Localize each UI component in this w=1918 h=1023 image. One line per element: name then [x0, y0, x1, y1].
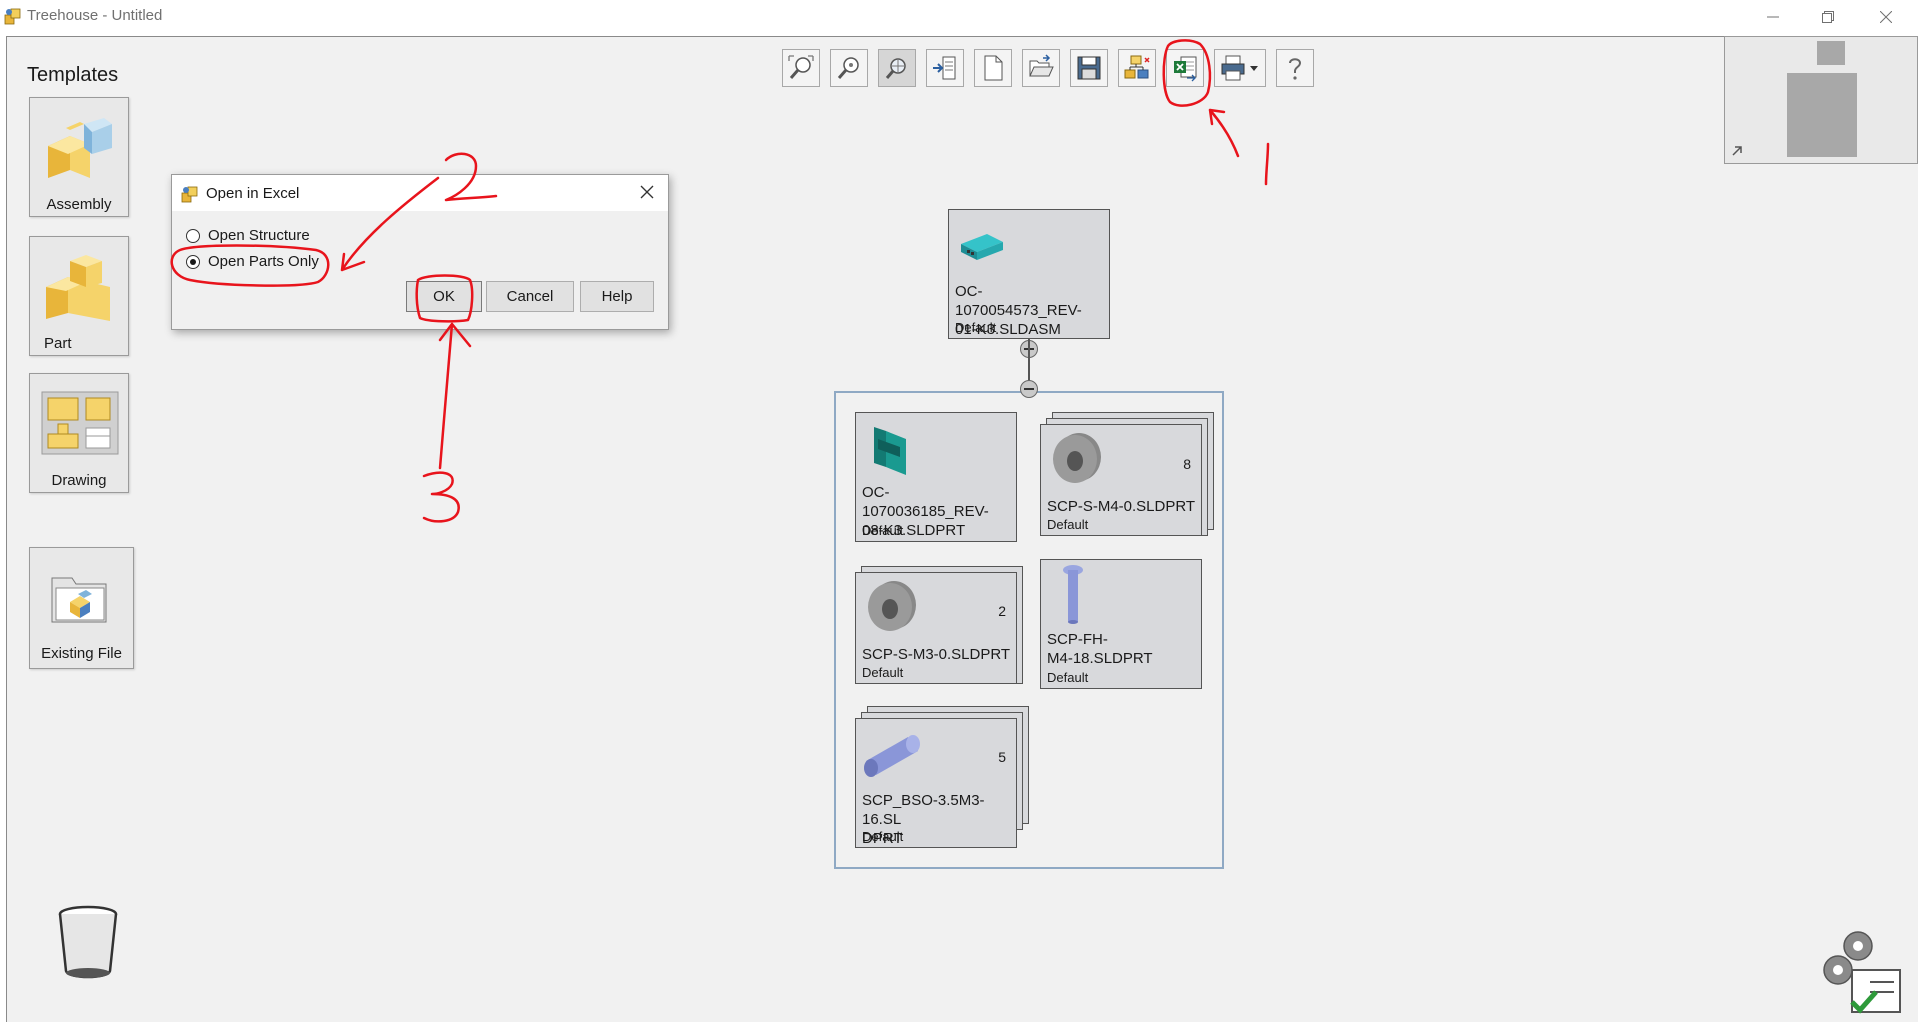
window-title: Treehouse - Untitled — [27, 7, 163, 24]
zoom-selection-icon — [885, 58, 906, 79]
node-name: SCP-FH- M4-18.SLDPRT — [1047, 631, 1153, 667]
save-icon — [1077, 56, 1101, 80]
washer-part-icon — [868, 581, 916, 631]
templates-heading: Templates — [27, 64, 119, 86]
part-icon — [46, 255, 110, 321]
open-in-excel-button[interactable] — [1166, 49, 1204, 87]
restore-icon — [1822, 11, 1834, 23]
treehouse-app-icon — [181, 186, 198, 203]
zoom-selection-button[interactable] — [878, 49, 916, 87]
template-part[interactable]: Part — [29, 236, 129, 356]
zoom-icon — [837, 57, 859, 79]
template-existing-file[interactable]: Existing File — [29, 547, 134, 669]
navigator-children-node — [1787, 73, 1857, 157]
structure-button[interactable] — [1118, 49, 1156, 87]
help-button[interactable] — [1276, 49, 1314, 87]
node-name: SCP-S-M3-0.SLDPRT — [862, 646, 1011, 663]
tree-node-part[interactable]: OC-1070036185_REV- 08-K3.SLDPRT Default — [855, 412, 1017, 542]
open-in-excel-dialog: Open in Excel Open Structure Open Parts … — [171, 174, 669, 330]
drawing-icon — [41, 391, 119, 455]
screw-part-icon — [1063, 565, 1083, 624]
node-config: Default — [1047, 670, 1089, 685]
navigator-root-node — [1817, 41, 1845, 65]
node-config: Default — [862, 665, 904, 680]
zoom-to-fit-icon — [788, 55, 814, 79]
radio-label: Open Parts Only — [208, 253, 319, 270]
help-dialog-button[interactable]: Help — [580, 281, 654, 312]
collapse-group-button[interactable] — [1020, 380, 1038, 398]
insert-button[interactable] — [926, 49, 964, 87]
template-existing-file-label: Existing File — [41, 645, 122, 662]
existing-file-icon — [51, 577, 107, 623]
template-part-label: Part — [44, 335, 72, 352]
help-icon — [1289, 58, 1302, 80]
open-in-excel-icon — [1174, 56, 1197, 82]
zoom-button[interactable] — [830, 49, 868, 87]
root-assembly-node[interactable]: OC-1070054573_REV- 01-K3.SLDASM Default — [948, 209, 1110, 339]
close-button[interactable] — [1858, 0, 1914, 34]
save-button[interactable] — [1070, 49, 1108, 87]
title-bar: Treehouse - Untitled — [0, 0, 1918, 34]
quantity-badge: 2 — [998, 603, 1006, 619]
radio-open-parts-only[interactable]: Open Parts Only — [186, 253, 319, 270]
navigator-thumbnail[interactable] — [1724, 36, 1918, 164]
template-drawing[interactable]: Drawing — [29, 373, 129, 493]
quantity-badge: 5 — [998, 749, 1006, 765]
bracket-part-icon — [874, 427, 906, 475]
minimize-button[interactable] — [1745, 0, 1801, 34]
expand-arrow-icon[interactable] — [1731, 143, 1745, 157]
radio-button-checked[interactable] — [186, 254, 200, 269]
radio-label: Open Structure — [208, 227, 310, 244]
dialog-close-button[interactable] — [636, 182, 658, 204]
template-assembly-label: Assembly — [46, 196, 112, 213]
restore-button[interactable] — [1800, 0, 1856, 34]
minimize-icon — [1767, 16, 1779, 18]
node-config: Default — [1047, 517, 1089, 532]
template-assembly[interactable]: Assembly — [29, 97, 129, 217]
tree-node-part[interactable]: 2 SCP-S-M3-0.SLDPRT Default — [855, 572, 1017, 684]
open-icon — [1029, 54, 1054, 77]
structure-icon — [1124, 55, 1150, 79]
dialog-title: Open in Excel — [206, 185, 300, 202]
template-drawing-label: Drawing — [51, 472, 107, 489]
cancel-button[interactable]: Cancel — [486, 281, 574, 312]
new-document-icon — [984, 55, 1003, 81]
radio-open-structure[interactable]: Open Structure — [186, 227, 310, 244]
assembly-thumbnail-icon — [961, 234, 1003, 260]
quantity-badge: 8 — [1183, 456, 1191, 472]
print-icon — [1221, 55, 1258, 81]
new-document-button[interactable] — [974, 49, 1012, 87]
standoff-part-icon — [864, 735, 920, 777]
treehouse-app-icon — [4, 8, 21, 25]
node-config: Default — [862, 829, 904, 844]
washer-part-icon — [1053, 433, 1101, 483]
ok-button[interactable]: OK — [406, 281, 482, 312]
insert-icon — [933, 56, 956, 80]
node-name: SCP-S-M4-0.SLDPRT — [1047, 498, 1196, 515]
settings-icon[interactable] — [1818, 922, 1904, 1014]
open-button[interactable] — [1022, 49, 1060, 87]
trash-icon[interactable] — [56, 905, 120, 981]
node-config: Default — [862, 523, 904, 538]
radio-button[interactable] — [186, 228, 200, 243]
node-config: Default — [955, 320, 997, 335]
assembly-icon — [48, 118, 112, 178]
tree-node-part[interactable]: 8 SCP-S-M4-0.SLDPRT Default — [1040, 424, 1202, 536]
tree-node-part[interactable]: 5 SCP_BSO-3.5M3-16.SL DPRT Default — [855, 718, 1017, 848]
tree-node-part[interactable]: SCP-FH- M4-18.SLDPRT Default — [1040, 559, 1202, 689]
zoom-to-fit-button[interactable] — [782, 49, 820, 87]
close-icon — [1880, 11, 1892, 23]
print-button[interactable] — [1214, 49, 1266, 87]
dialog-title-bar: Open in Excel — [172, 175, 668, 211]
close-icon — [640, 185, 654, 199]
